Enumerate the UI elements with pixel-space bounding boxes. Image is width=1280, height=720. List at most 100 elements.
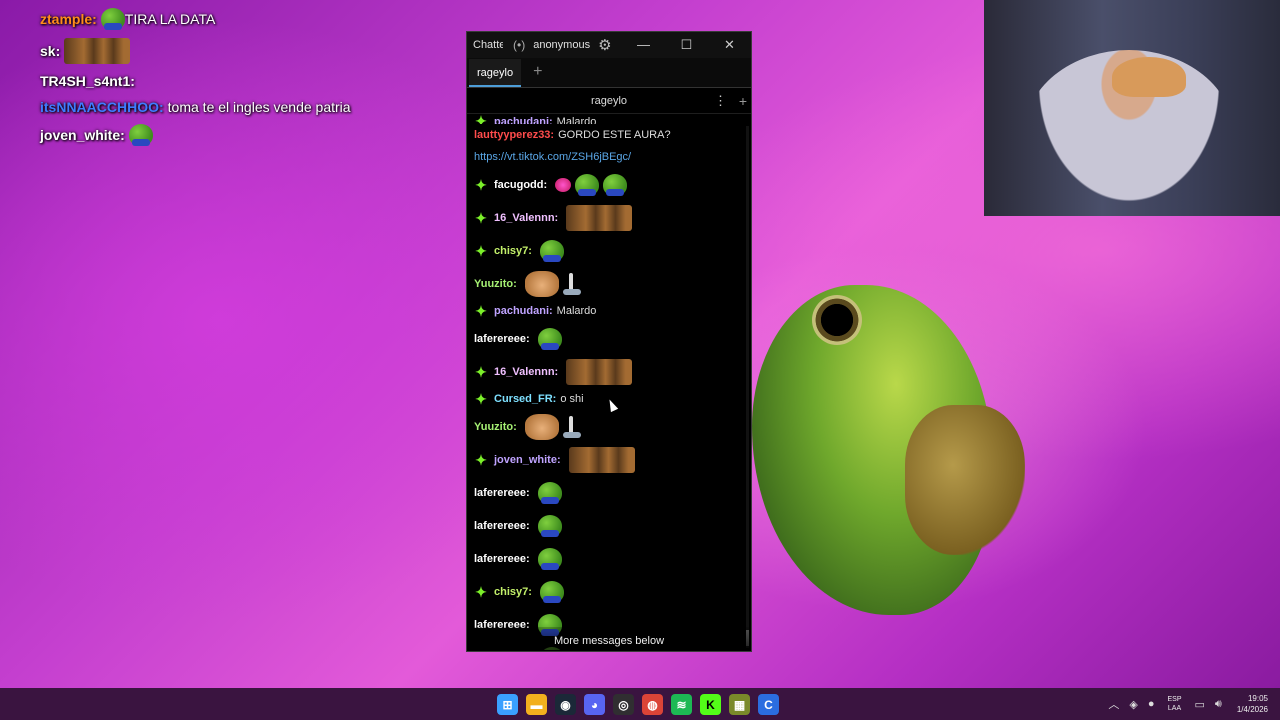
volume-icon[interactable]: 🔊︎	[1215, 698, 1222, 711]
spotify-icon[interactable]: ≋	[671, 694, 692, 715]
subscriber-badge-icon: ✦	[475, 209, 487, 226]
chat-username[interactable]: facugodd:	[494, 179, 547, 191]
monkeys-emote-icon	[64, 38, 131, 64]
account-name[interactable]: anonymous	[533, 39, 590, 51]
chat-username[interactable]: chisy7:	[494, 586, 532, 598]
message-text: Malardo	[556, 116, 597, 124]
frog-eye-image	[812, 295, 862, 345]
network-icon[interactable]: ▭	[1195, 698, 1205, 711]
chevron-up-icon[interactable]: ︿	[1108, 696, 1119, 712]
close-button[interactable]: ✕	[708, 37, 751, 53]
minimize-button[interactable]: —	[622, 37, 665, 53]
chat-username[interactable]: chisy7:	[494, 245, 532, 257]
chat-username[interactable]: joven_white:	[494, 454, 561, 466]
monkeys-emote-icon	[568, 446, 635, 473]
spark-emote-icon	[562, 414, 583, 440]
chat-message: ✦ 16_Valennn:	[474, 355, 745, 388]
chat-username[interactable]: pachudani:	[494, 116, 553, 124]
obs-icon[interactable]: ◎	[613, 694, 634, 715]
chrome-icon[interactable]: ◍	[642, 694, 663, 715]
chat-message: Yuuzito:	[474, 410, 745, 443]
chat-message: laferereee:	[474, 476, 745, 509]
chatterino-icon[interactable]: C	[758, 694, 779, 715]
message-text: Malardo	[556, 305, 597, 317]
pepe-emote-icon	[100, 8, 125, 30]
message-link[interactable]: https://vt.tiktok.com/ZSH6jBEgc/	[474, 151, 631, 163]
subscriber-badge-icon: ✦	[475, 391, 487, 407]
chat-username[interactable]: 16_Valennn:	[494, 366, 558, 378]
chat-username[interactable]: lauttyyperez33:	[474, 129, 554, 141]
pepe-emote-icon	[537, 327, 562, 350]
system-tray: ︿ ◈ ● ESP LAA ▭ 🔊︎ 19:05 1/4/2026	[1103, 688, 1280, 720]
app-title: Chatterino	[473, 39, 503, 51]
maximize-button[interactable]: ☐	[665, 37, 708, 53]
scrollbar-track[interactable]	[746, 126, 749, 648]
overlay-chat-line: sk:	[40, 38, 360, 64]
file-explorer-icon[interactable]: ▬	[526, 694, 547, 715]
chat-message: https://vt.tiktok.com/ZSH6jBEgc/	[474, 146, 745, 168]
kick-icon[interactable]: K	[700, 694, 721, 715]
more-options-icon[interactable]: ⋮	[714, 93, 727, 109]
gear-icon[interactable]: ⚙	[598, 36, 611, 54]
more-messages-label[interactable]: More messages below	[467, 635, 751, 647]
chat-username[interactable]: Yuuzito:	[474, 421, 517, 433]
face-emote-icon	[524, 270, 559, 297]
chat-message: laferereee:	[474, 542, 745, 575]
security-icon[interactable]: ◈	[1129, 698, 1137, 711]
clock[interactable]: 19:05 1/4/2026	[1237, 693, 1268, 715]
chat-message: ✦ chisy7:	[474, 575, 745, 608]
chat-username[interactable]: laferereee:	[474, 487, 530, 499]
taskbar-apps: ⊞ ▬ ◉ ◕ ◎ ◍ ≋ K ▦ C	[497, 694, 787, 715]
steam-icon[interactable]: ◉	[555, 694, 576, 715]
streamer-mode-icon[interactable]: (•)	[513, 38, 525, 52]
chat-username[interactable]: pachudani:	[494, 305, 553, 317]
chat-username[interactable]: laferereee:	[474, 333, 530, 345]
add-tab-button[interactable]: +	[533, 63, 542, 87]
chat-message: ✦ chisy7:	[474, 234, 745, 267]
chatterino-window: Chatterino (•) anonymous ⚙ — ☐ ✕ rageylo…	[466, 31, 752, 652]
pepe-emote-icon	[539, 580, 564, 603]
face-emote-icon	[524, 413, 559, 440]
subscriber-badge-icon: ✦	[475, 242, 487, 259]
chat-username[interactable]: Cursed_FR:	[494, 393, 556, 405]
chat-message: ✦ pachudani: Malardo	[474, 300, 745, 322]
add-split-button[interactable]: +	[739, 93, 747, 109]
chat-username[interactable]: 16_Valennn:	[494, 212, 558, 224]
subscriber-badge-icon: ✦	[475, 583, 487, 600]
overlay-message-text: TIRA LA DATA	[124, 11, 216, 27]
chat-message-list[interactable]: ✦ pachudani: Malardo lauttyyperez33: GORDO E…	[467, 114, 751, 650]
chat-username[interactable]: laferereee:	[474, 520, 530, 532]
overlay-chat-line: itsNNAACCHHOO: toma te el ingles vende pa…	[40, 98, 360, 116]
chat-message: lauttyyperez33: GORDO ESTE AURA?	[474, 124, 745, 146]
tab-bar: rageylo +	[467, 58, 751, 88]
subscriber-badge-icon: ✦	[475, 114, 487, 124]
taskbar: ⊞ ▬ ◉ ◕ ◎ ◍ ≋ K ▦ C ︿ ◈ ● ESP LAA ▭ 🔊︎ 19:05 1/4/…	[0, 688, 1280, 720]
spark-emote-icon	[562, 271, 583, 297]
pepe-emote-icon	[537, 481, 562, 504]
app-green-icon[interactable]: ▦	[729, 694, 750, 715]
webcam-feed	[984, 0, 1280, 216]
subscriber-badge-icon: ✦	[475, 176, 487, 193]
pepe-emote-icon	[128, 124, 153, 146]
subscriber-badge-icon: ✦	[475, 303, 487, 319]
chat-message: laferereee:	[474, 322, 745, 355]
message-text: GORDO ESTE AURA?	[558, 129, 671, 141]
language-indicator[interactable]: ESP LAA	[1168, 695, 1182, 713]
pepe-emote-icon	[575, 173, 600, 196]
overlay-message-text: toma te el ingles vende patria	[167, 99, 351, 115]
title-bar[interactable]: Chatterino (•) anonymous ⚙ — ☐ ✕	[467, 32, 751, 58]
clock-time: 19:05	[1247, 694, 1268, 703]
message-text: o shi	[560, 393, 584, 405]
overlay-username: TR4SH_s4nt1:	[40, 73, 135, 89]
overlay-chat-line: ztample: TIRA LA DATA	[40, 8, 360, 30]
streamer-cap-image	[1112, 57, 1186, 97]
windows-start-icon[interactable]: ⊞	[497, 694, 518, 715]
chat-message: laferereee:	[474, 509, 745, 542]
chat-username[interactable]: laferereee:	[474, 553, 530, 565]
tab-rageylo[interactable]: rageylo	[469, 59, 522, 87]
microphone-icon[interactable]: ●	[1148, 698, 1155, 710]
monkeys-emote-icon	[566, 204, 633, 231]
channel-name[interactable]: rageylo	[591, 95, 627, 107]
discord-icon[interactable]: ◕	[584, 694, 605, 715]
chat-username[interactable]: Yuuzito:	[474, 278, 517, 290]
